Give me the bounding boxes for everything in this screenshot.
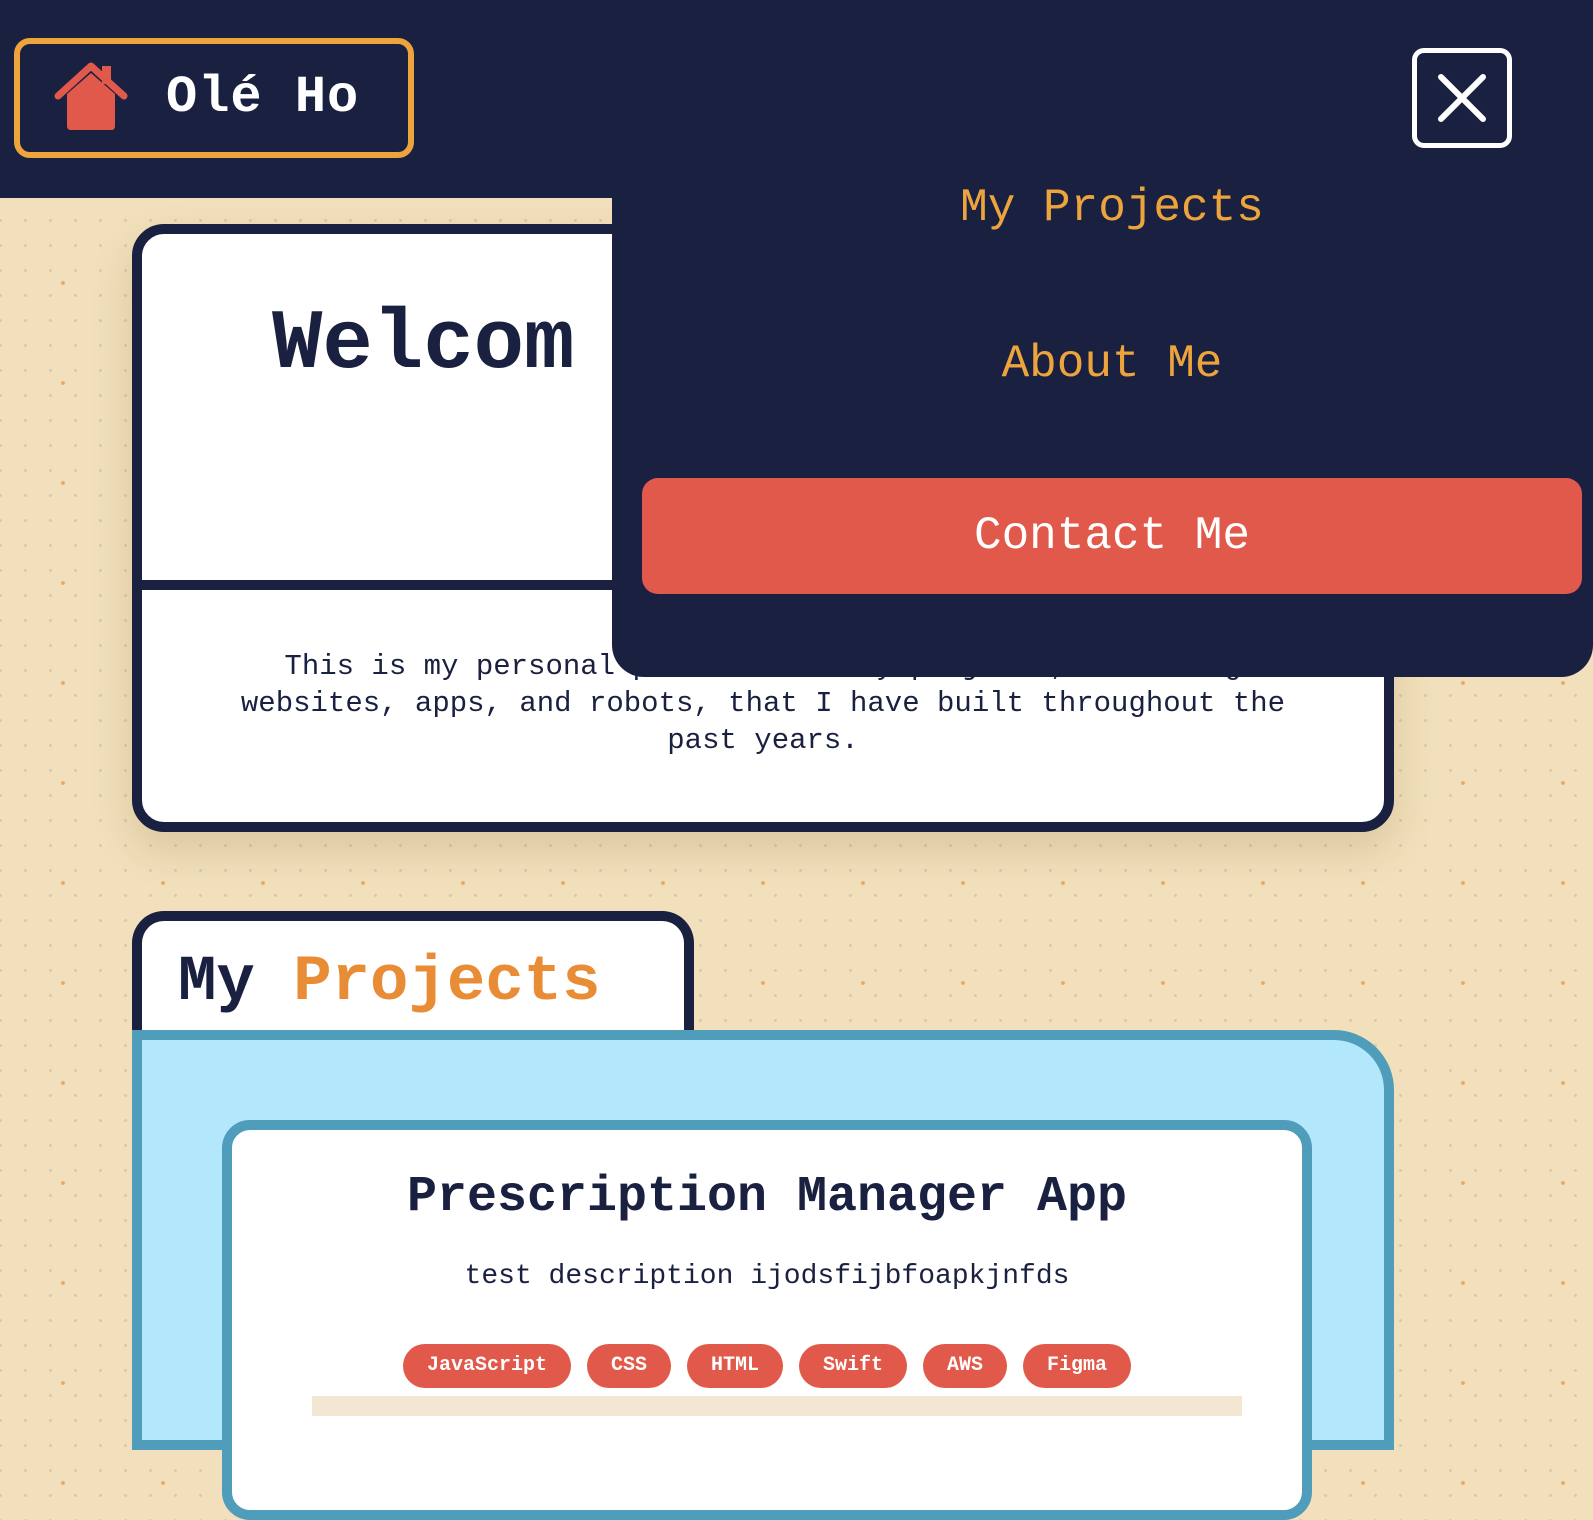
projects-heading: My Projects: [178, 943, 600, 1023]
project-description: test description ijodsfijbfoapkjnfds: [464, 1261, 1070, 1292]
home-button[interactable]: Olé Ho: [14, 38, 414, 158]
tag-figma: Figma: [1023, 1344, 1132, 1388]
tag-swift: Swift: [799, 1344, 908, 1388]
project-image: [312, 1396, 1242, 1416]
contact-me-button[interactable]: Contact Me: [642, 478, 1582, 594]
project-title: Prescription Manager App: [406, 1169, 1128, 1226]
nav-link-my-projects[interactable]: My Projects: [642, 180, 1582, 236]
brand-name: Olé Ho: [166, 68, 360, 127]
top-navbar: Olé Ho: [0, 0, 1593, 198]
nav-link-about-me[interactable]: About Me: [642, 336, 1582, 392]
nav-menu-panel: My Projects About Me Contact Me: [612, 182, 1593, 677]
projects-heading-word2: Projects: [293, 947, 601, 1019]
projects-container: Prescription Manager App test descriptio…: [132, 1030, 1394, 1520]
project-card[interactable]: Prescription Manager App test descriptio…: [222, 1120, 1312, 1520]
welcome-title: Welcom: [272, 298, 575, 393]
tag-javascript: JavaScript: [402, 1344, 571, 1388]
tag-html: HTML: [686, 1344, 783, 1388]
projects-heading-word1: My: [178, 947, 255, 1019]
house-icon: [54, 60, 128, 134]
project-tags: JavaScript CSS HTML Swift AWS Figma: [232, 1344, 1302, 1388]
tag-aws: AWS: [923, 1344, 1008, 1388]
close-menu-button[interactable]: [1412, 48, 1512, 148]
projects-tab: My Projects: [132, 911, 694, 1046]
tag-css: CSS: [586, 1344, 671, 1388]
